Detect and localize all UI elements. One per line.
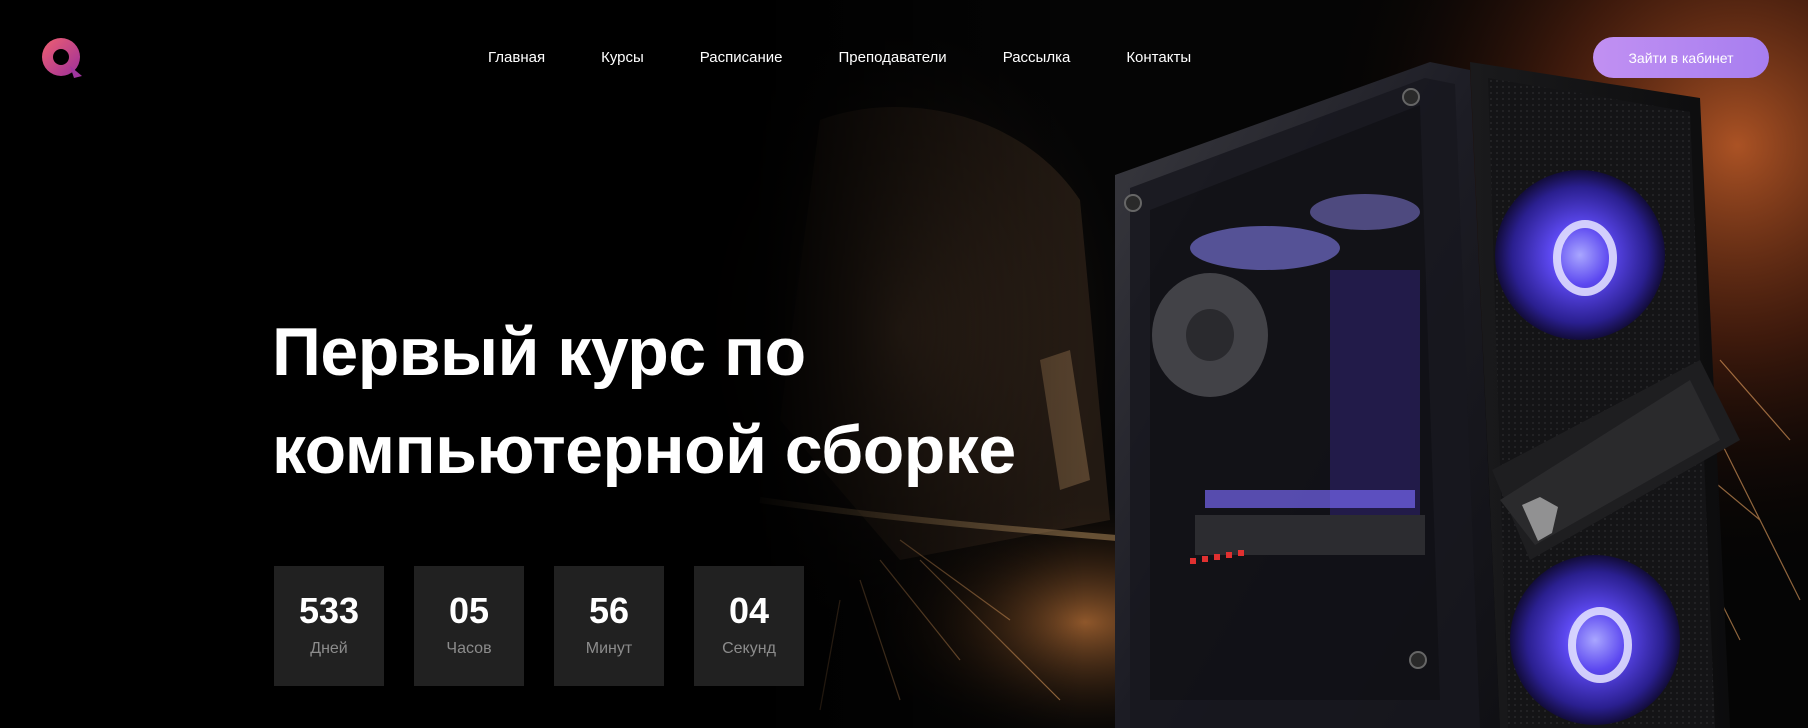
countdown-minutes-label: Минут [585, 640, 633, 657]
top-navigation-bar: Главная Курсы Расписание Преподаватели Р… [0, 0, 1808, 116]
hero-title-line-1: Первый курс по [272, 314, 806, 390]
countdown-minutes-value: 56 [588, 590, 630, 631]
countdown-days-value: 533 [298, 590, 360, 631]
countdown-days: 533 Дней [274, 566, 384, 686]
countdown-timer: 533 Дней 05 Часов 56 Минут 04 Секунд [274, 566, 804, 686]
countdown-hours: 05 Часов [414, 566, 524, 686]
nav-link-contacts[interactable]: Контакты [1098, 46, 1219, 70]
countdown-hours-label: Часов [446, 640, 492, 657]
q-logo-icon[interactable] [40, 36, 86, 82]
main-navigation: Главная Курсы Расписание Преподаватели Р… [460, 46, 1219, 70]
countdown-hours-value: 05 [448, 590, 490, 631]
countdown-seconds-value: 04 [728, 590, 770, 631]
hero-title: Первый курс по компьютерной сборке [272, 303, 1092, 499]
hero-title-line-2: компьютерной сборке [272, 412, 1016, 488]
login-cabinet-button[interactable]: Зайти в кабинет [1593, 37, 1769, 78]
nav-link-teachers[interactable]: Преподаватели [811, 46, 975, 70]
countdown-minutes: 56 Минут [554, 566, 664, 686]
countdown-seconds-label: Секунд [722, 640, 776, 657]
nav-link-newsletter[interactable]: Рассылка [975, 46, 1099, 70]
nav-link-schedule[interactable]: Расписание [672, 46, 811, 70]
nav-link-courses[interactable]: Курсы [573, 46, 672, 70]
countdown-days-label: Дней [310, 640, 348, 657]
countdown-seconds: 04 Секунд [694, 566, 804, 686]
nav-link-home[interactable]: Главная [460, 46, 573, 70]
